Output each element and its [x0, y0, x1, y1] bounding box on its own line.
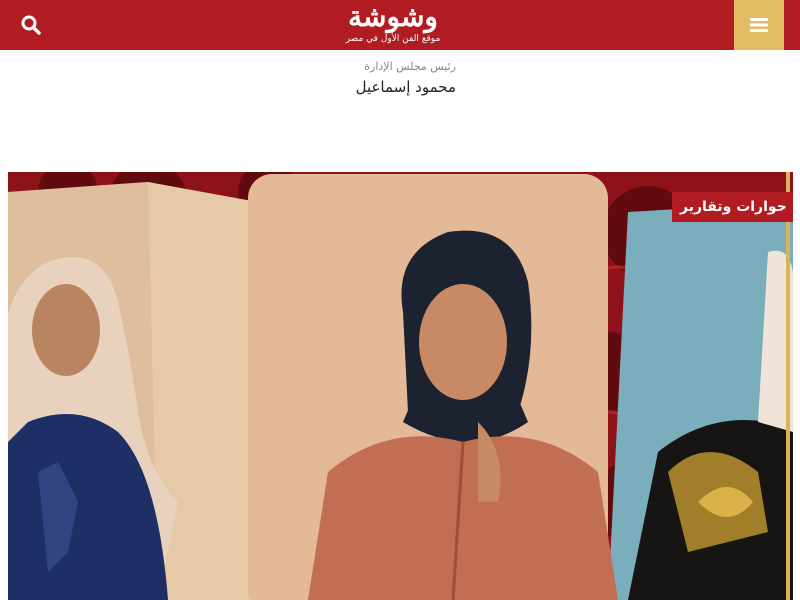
search-icon: [21, 15, 41, 35]
top-navigation-bar: وشوشة موقع الفن الأول في مصر: [0, 0, 800, 50]
logo-wordmark: وشوشة: [348, 0, 438, 33]
site-logo[interactable]: وشوشة موقع الفن الأول في مصر: [330, 0, 456, 50]
hamburger-menu-icon: [750, 18, 768, 32]
featured-article-image[interactable]: حوارات وتقارير: [8, 172, 793, 600]
featured-photo: [8, 172, 793, 600]
chairman-name: محمود إسماعيل: [355, 78, 456, 96]
category-badge[interactable]: حوارات وتقارير: [672, 192, 793, 222]
logo-tagline: موقع الفن الأول في مصر: [345, 34, 441, 44]
chairman-role-label: رئيس مجلس الإدارة: [364, 60, 456, 73]
chairman-credit: رئيس مجلس الإدارة محمود إسماعيل: [300, 58, 456, 98]
menu-button[interactable]: [734, 0, 784, 50]
accent-stripe: [786, 172, 790, 600]
search-button[interactable]: [14, 8, 48, 42]
